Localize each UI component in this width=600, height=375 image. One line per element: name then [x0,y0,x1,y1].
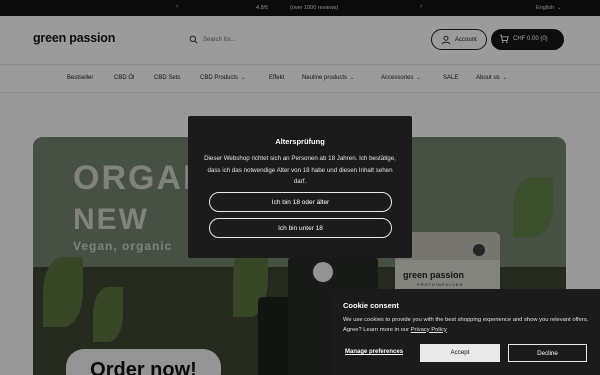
cookie-text: We use cookies to provide you with the b… [343,316,593,335]
age-deny-button[interactable]: Ich bin unter 18 [209,218,392,238]
manage-preferences-link[interactable]: Manage preferences [345,349,403,355]
age-modal-title: Altersprüfung [275,137,325,146]
cookie-accept-button[interactable]: Accept [420,344,500,362]
cookie-description: We use cookies to provide you with the b… [343,317,589,333]
age-modal-text: Dieser Webshop richtet sich an Personen … [204,155,396,185]
cookie-consent-banner: Cookie consent We use cookies to provide… [330,289,600,375]
age-verification-modal: Altersprüfung Dieser Webshop richtet sic… [188,116,412,258]
cookie-decline-button[interactable]: Decline [508,344,587,362]
privacy-policy-link[interactable]: Privacy Policy [411,327,447,333]
age-confirm-button[interactable]: Ich bin 18 oder älter [209,192,392,212]
cookie-title: Cookie consent [343,301,399,310]
